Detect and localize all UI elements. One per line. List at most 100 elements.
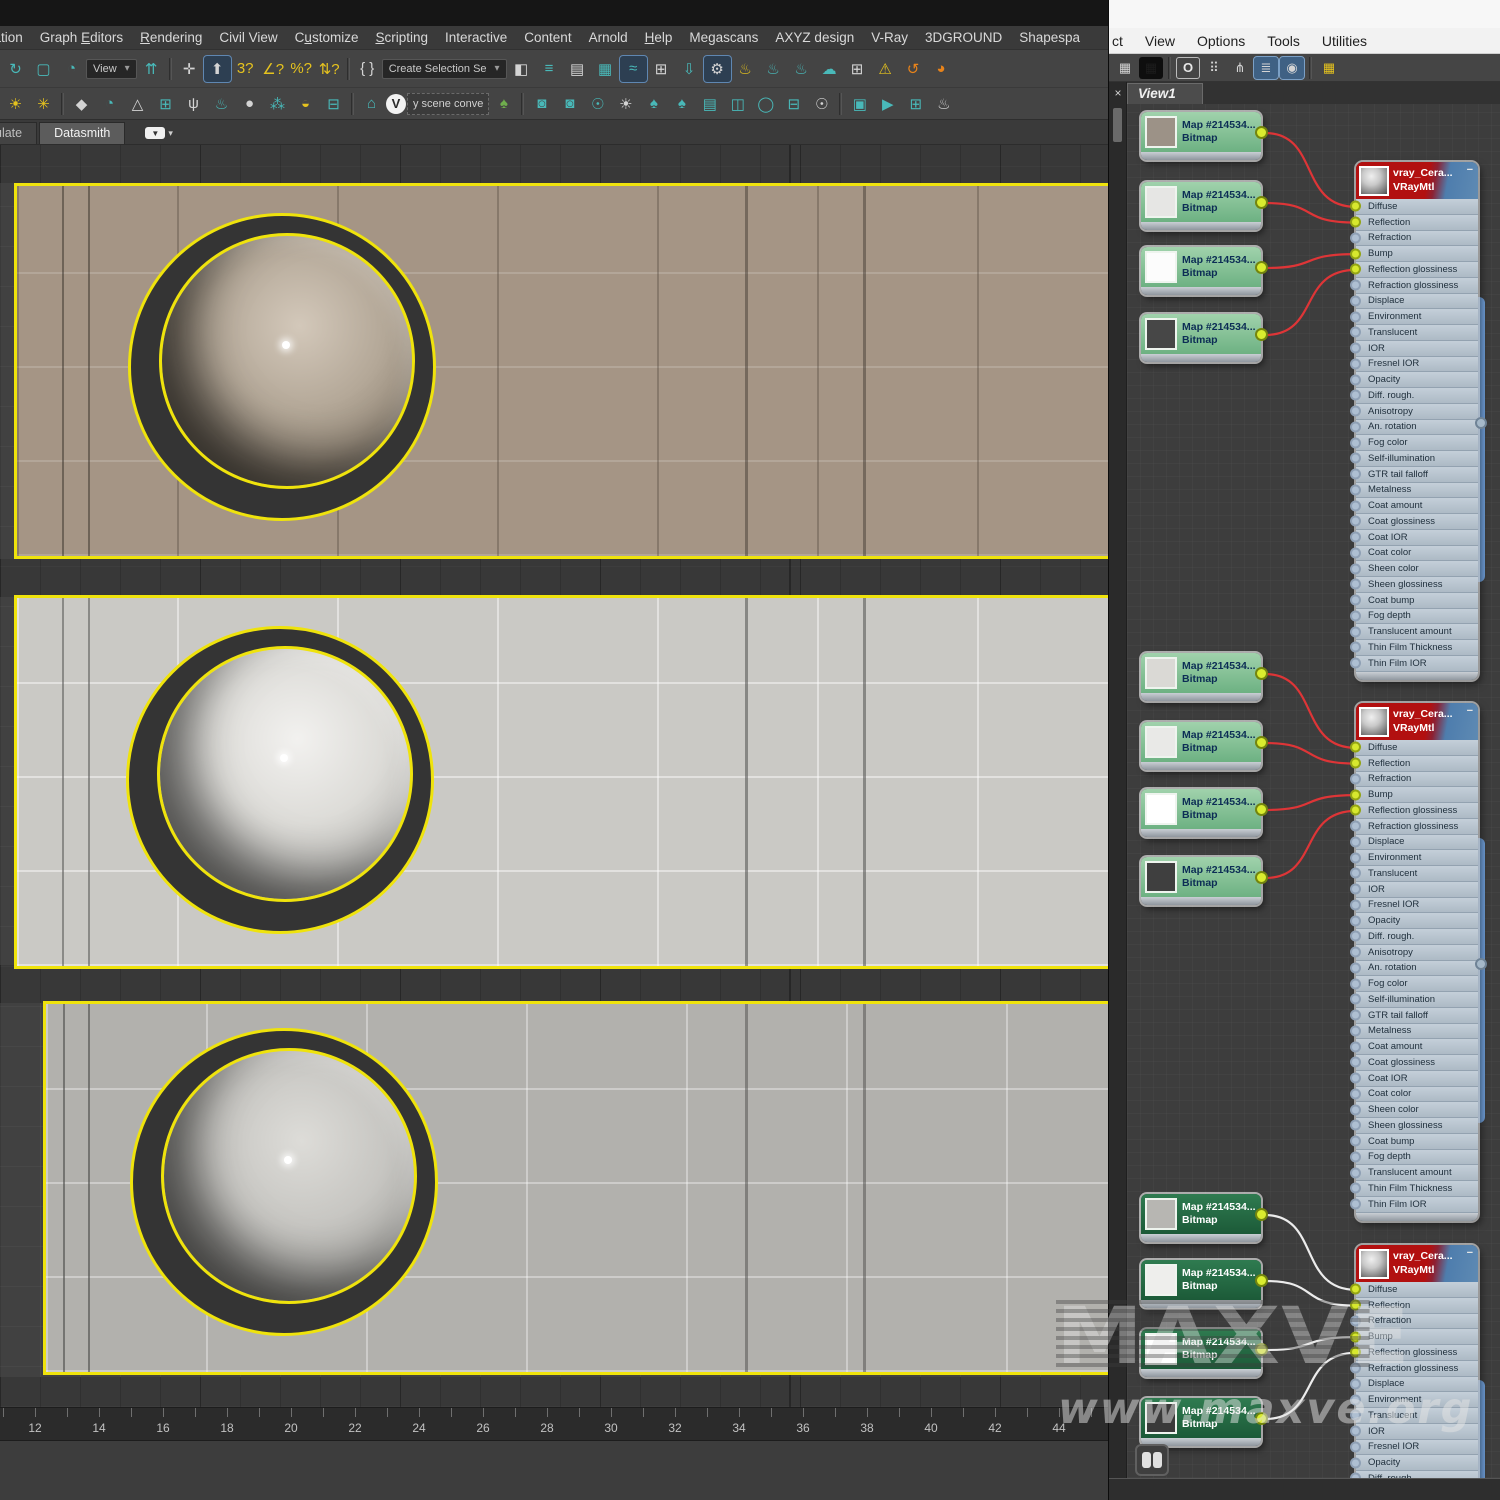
menu-nation[interactable]: nation — [0, 30, 23, 45]
slot-refraction-glossiness[interactable]: Refraction glossiness — [1356, 278, 1478, 294]
node-view-canvas[interactable]: Map #214534...Bitmap Map #214534...Bitmap… — [1127, 104, 1500, 1478]
material-preview-sphere-top[interactable] — [159, 233, 415, 489]
scene-converter-field[interactable]: y scene conve — [407, 93, 489, 115]
collapse-icon[interactable]: − — [1467, 1247, 1473, 1259]
node-wire[interactable] — [1265, 270, 1356, 335]
slot-reflection-glossiness[interactable]: Reflection glossiness — [1356, 803, 1478, 819]
menu-v-ray[interactable]: V-Ray — [871, 30, 908, 45]
input-socket[interactable] — [1350, 884, 1361, 895]
update-icon[interactable]: ↺ — [900, 56, 927, 82]
slot-coat-amount[interactable]: Coat amount — [1356, 1039, 1478, 1055]
grass-icon[interactable]: ψ — [180, 91, 207, 117]
input-socket[interactable] — [1350, 1300, 1361, 1311]
slot-ior[interactable]: IOR — [1356, 1424, 1478, 1440]
slot-diff-rough-[interactable]: Diff. rough. — [1356, 388, 1478, 404]
schematic-view-icon[interactable]: ⊞ — [648, 56, 675, 82]
slot-sheen-color[interactable]: Sheen color — [1356, 1102, 1478, 1118]
slot-bump[interactable]: Bump — [1356, 246, 1478, 262]
slot-diff-rough-[interactable]: Diff. rough. — [1356, 1471, 1478, 1478]
slot-reflection[interactable]: Reflection — [1356, 1298, 1478, 1314]
tab-list-dropdown[interactable]: ▼▾ — [145, 125, 175, 141]
menu-rendering[interactable]: Rendering — [140, 30, 202, 45]
sample-checker-dark-icon[interactable]: ▦ — [1139, 57, 1163, 79]
input-socket[interactable] — [1350, 1331, 1361, 1342]
select-move-icon[interactable]: ✛ — [176, 56, 203, 82]
preview-strip-middle[interactable] — [14, 595, 1110, 969]
input-socket[interactable] — [1350, 469, 1361, 480]
output-socket[interactable] — [1255, 261, 1268, 274]
slot-diff-rough-[interactable]: Diff. rough. — [1356, 929, 1478, 945]
node-wire[interactable] — [1265, 133, 1356, 207]
vraymtl-header[interactable]: vray_Cera...VRayMtl− — [1356, 162, 1478, 199]
slot-thin-film-thickness[interactable]: Thin Film Thickness — [1356, 1181, 1478, 1197]
scene-explorer-icon[interactable]: ▦ — [592, 56, 619, 82]
node-wire[interactable] — [1265, 674, 1356, 748]
slot-diffuse[interactable]: Diffuse — [1356, 199, 1478, 215]
input-socket[interactable] — [1350, 563, 1361, 574]
slot-bump[interactable]: Bump — [1356, 1329, 1478, 1345]
slot-displace[interactable]: Displace — [1356, 294, 1478, 310]
slot-coat-glossiness[interactable]: Coat glossiness — [1356, 1055, 1478, 1071]
output-socket[interactable] — [1255, 328, 1268, 341]
gutter-scrollbar[interactable] — [1113, 108, 1122, 142]
input-socket[interactable] — [1350, 1315, 1361, 1326]
material-preview-sphere-bottom[interactable] — [161, 1048, 417, 1304]
input-socket[interactable] — [1350, 201, 1361, 212]
input-socket[interactable] — [1350, 962, 1361, 973]
slot-coat-amount[interactable]: Coat amount — [1356, 498, 1478, 514]
slot-coat-glossiness[interactable]: Coat glossiness — [1356, 514, 1478, 530]
material-preview-sphere-middle[interactable] — [157, 646, 413, 902]
vraymtl-node[interactable]: vray_Cera...VRayMtl−DiffuseReflectionRef… — [1356, 1245, 1478, 1478]
bitmap-node[interactable]: Map #214534...Bitmap — [1141, 1260, 1261, 1308]
slot-diffuse[interactable]: Diffuse — [1356, 740, 1478, 756]
input-socket[interactable] — [1350, 1410, 1361, 1421]
output-socket[interactable] — [1255, 1274, 1268, 1287]
slot-opacity[interactable]: Opacity — [1356, 372, 1478, 388]
blender-icon[interactable]: ◕ — [928, 56, 955, 82]
input-socket[interactable] — [1350, 264, 1361, 275]
input-socket[interactable] — [1350, 390, 1361, 401]
bitmap-node[interactable]: Map #214534...Bitmap — [1141, 857, 1261, 905]
slot-displace[interactable]: Displace — [1356, 835, 1478, 851]
material-editor-titlebar[interactable] — [1109, 0, 1500, 28]
slot-metalness[interactable]: Metalness — [1356, 483, 1478, 499]
slot-coat-color[interactable]: Coat color — [1356, 1087, 1478, 1103]
slot-environment[interactable]: Environment — [1356, 1392, 1478, 1408]
slot-fresnel-ior[interactable]: Fresnel IOR — [1356, 1440, 1478, 1456]
input-socket[interactable] — [1350, 642, 1361, 653]
monitor-play-icon[interactable]: ▶ — [874, 91, 901, 117]
slot-sheen-glossiness[interactable]: Sheen glossiness — [1356, 1118, 1478, 1134]
menu-civil-view[interactable]: Civil View — [219, 30, 277, 45]
output-socket[interactable] — [1475, 958, 1487, 970]
input-socket[interactable] — [1350, 484, 1361, 495]
preview-strip-bottom[interactable] — [43, 1001, 1110, 1375]
slot-bump[interactable]: Bump — [1356, 787, 1478, 803]
input-socket[interactable] — [1350, 327, 1361, 338]
input-socket[interactable] — [1350, 1120, 1361, 1131]
node-arrange-icon[interactable]: ⠿ — [1202, 57, 1226, 79]
slot-refraction[interactable]: Refraction — [1356, 1314, 1478, 1330]
monitor-icon[interactable]: ▣ — [846, 91, 873, 117]
show-maps-icon[interactable]: ◉ — [1280, 57, 1304, 79]
slot-ior[interactable]: IOR — [1356, 341, 1478, 357]
slot-opacity[interactable]: Opacity — [1356, 1455, 1478, 1471]
menu-content[interactable]: Content — [524, 30, 571, 45]
me-menu-ct[interactable]: ct — [1112, 33, 1123, 49]
reference-coordinate-select[interactable]: View — [86, 59, 137, 79]
slot-fog-color[interactable]: Fog color — [1356, 976, 1478, 992]
sphere-icon[interactable]: ● — [236, 91, 263, 117]
pyramid-icon[interactable]: △ — [124, 91, 151, 117]
torus-icon[interactable]: ◯ — [752, 91, 779, 117]
slot-sheen-color[interactable]: Sheen color — [1356, 561, 1478, 577]
input-socket[interactable] — [1350, 1394, 1361, 1405]
slot-an-rotation[interactable]: An. rotation — [1356, 420, 1478, 436]
slot-refraction-glossiness[interactable]: Refraction glossiness — [1356, 819, 1478, 835]
sunlight-icon[interactable]: ☀ — [2, 91, 29, 117]
input-socket[interactable] — [1350, 1183, 1361, 1194]
bitmap-node[interactable]: Map #214534...Bitmap — [1141, 653, 1261, 701]
input-socket[interactable] — [1350, 421, 1361, 432]
menu-interactive[interactable]: Interactive — [445, 30, 507, 45]
input-socket[interactable] — [1350, 852, 1361, 863]
output-socket[interactable] — [1255, 803, 1268, 816]
input-socket[interactable] — [1350, 1136, 1361, 1147]
